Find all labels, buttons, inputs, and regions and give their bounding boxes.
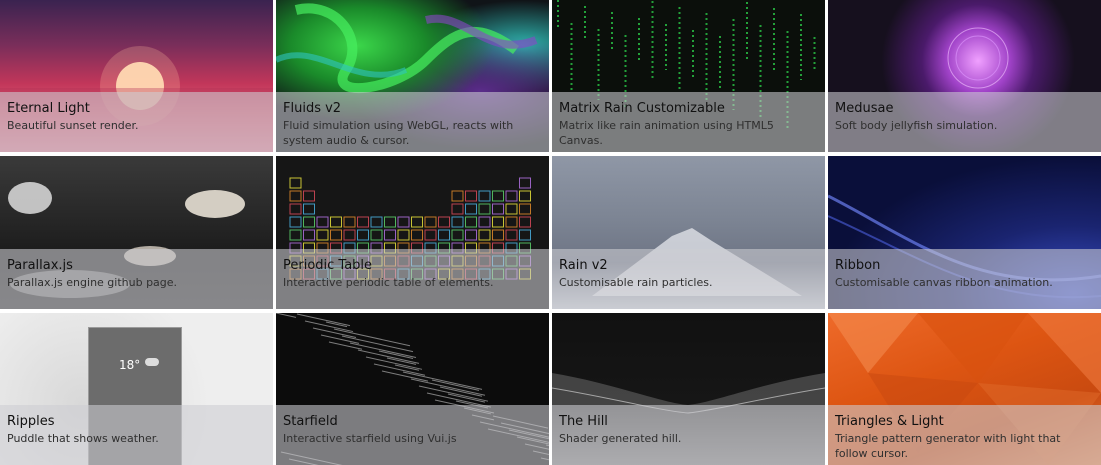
tile-title: Fluids v2: [283, 101, 342, 116]
tile-info: Medusae Soft body jellyfish simulation.: [828, 92, 1101, 152]
tile-starfield[interactable]: Starfield Interactive starfield using Vu…: [276, 313, 549, 465]
tile-title: Starfield: [283, 414, 338, 429]
tile-title: Medusae: [835, 101, 894, 116]
tile-description: Soft body jellyfish simulation.: [835, 119, 998, 132]
tile-info: Ripples Puddle that shows weather.: [0, 405, 273, 465]
tile-info: Eternal Light Beautiful sunset render.: [0, 92, 273, 152]
tile-fluids-v2[interactable]: Fluids v2 Fluid simulation using WebGL, …: [276, 0, 549, 152]
weather-temperature: 18°: [119, 358, 141, 372]
tile-info: Ribbon Customisable canvas ribbon animat…: [828, 249, 1101, 309]
tile-title: Triangles & Light: [835, 414, 944, 429]
tile-description: Interactive periodic table of elements.: [283, 276, 494, 289]
tile-the-hill[interactable]: The Hill Shader generated hill.: [552, 313, 825, 465]
tile-description: Beautiful sunset render.: [7, 119, 139, 132]
tile-title: Parallax.js: [7, 258, 73, 273]
tile-description: Interactive starfield using Vui.js: [283, 432, 457, 445]
tile-title: The Hill: [559, 414, 608, 429]
tile-info: The Hill Shader generated hill.: [552, 405, 825, 465]
tile-description: Puddle that shows weather.: [7, 432, 159, 445]
cloud-icon: [145, 358, 159, 366]
tile-description: Customisable rain particles.: [559, 276, 713, 289]
tile-info: Matrix Rain Customizable Matrix like rai…: [552, 92, 825, 152]
tile-description: Customisable canvas ribbon animation.: [835, 276, 1053, 289]
tile-info: Fluids v2 Fluid simulation using WebGL, …: [276, 92, 549, 152]
tile-title: Eternal Light: [7, 101, 90, 116]
tile-triangles-light[interactable]: Triangles & Light Triangle pattern gener…: [828, 313, 1101, 465]
wallpaper-grid: Eternal Light Beautiful sunset render. F…: [0, 0, 1101, 465]
tile-info: Triangles & Light Triangle pattern gener…: [828, 405, 1101, 465]
tile-title: Ribbon: [835, 258, 881, 273]
tile-matrix-rain[interactable]: Matrix Rain Customizable Matrix like rai…: [552, 0, 825, 152]
tile-info: Parallax.js Parallax.js engine github pa…: [0, 249, 273, 309]
tile-title: Ripples: [7, 414, 55, 429]
tile-info: Starfield Interactive starfield using Vu…: [276, 405, 549, 465]
tile-ripples[interactable]: 18° Ripples Puddle that shows weather.: [0, 313, 273, 465]
tile-title: Matrix Rain Customizable: [559, 101, 725, 116]
tile-info: Periodic Table Interactive periodic tabl…: [276, 249, 549, 309]
tile-parallax-js[interactable]: Parallax.js Parallax.js engine github pa…: [0, 156, 273, 309]
tile-description: Parallax.js engine github page.: [7, 276, 178, 289]
tile-description: Fluid simulation using WebGL, reacts wit…: [283, 119, 514, 147]
tile-ribbon[interactable]: Ribbon Customisable canvas ribbon animat…: [828, 156, 1101, 309]
tile-info: Rain v2 Customisable rain particles.: [552, 249, 825, 309]
tile-periodic-table[interactable]: Periodic Table Interactive periodic tabl…: [276, 156, 549, 309]
tile-title: Periodic Table: [283, 258, 373, 273]
tile-description: Shader generated hill.: [559, 432, 682, 445]
tile-description: Triangle pattern generator with light th…: [835, 432, 1061, 460]
tile-description: Matrix like rain animation using HTML5 C…: [559, 119, 774, 147]
tile-eternal-light[interactable]: Eternal Light Beautiful sunset render.: [0, 0, 273, 152]
tile-medusae[interactable]: Medusae Soft body jellyfish simulation.: [828, 0, 1101, 152]
tile-rain-v2[interactable]: Rain v2 Customisable rain particles.: [552, 156, 825, 309]
tile-title: Rain v2: [559, 258, 608, 273]
